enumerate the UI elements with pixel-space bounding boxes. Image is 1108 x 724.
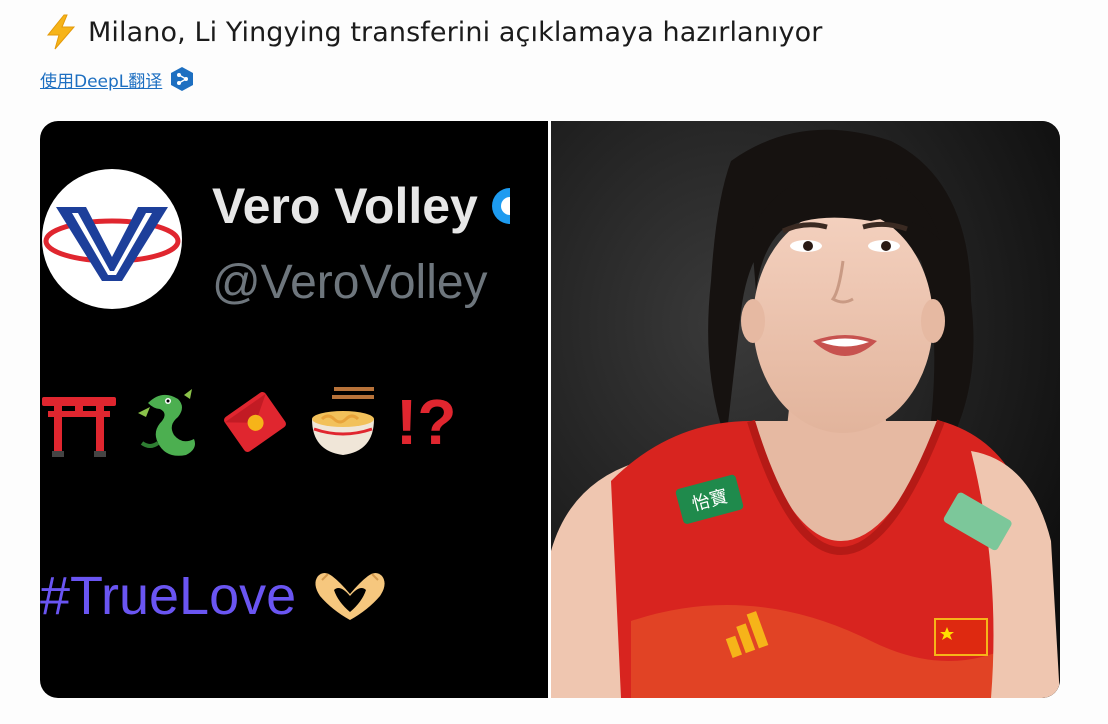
vero-volley-logo bbox=[42, 169, 182, 309]
display-name: Vero Volley bbox=[212, 178, 478, 234]
media-image-left[interactable]: Vero Volley @VeroVolley !? #TrueLove bbox=[40, 121, 548, 698]
emoji-row: !? bbox=[40, 383, 456, 461]
shinto-shrine-icon bbox=[42, 397, 116, 457]
volleyball-player-photo: 怡寶 bbox=[551, 121, 1060, 698]
tweet-media[interactable]: Vero Volley @VeroVolley !? #TrueLove 怡寶 bbox=[40, 121, 1060, 698]
tweet-text: Milano, Li Yingying transferini açıklama… bbox=[88, 16, 823, 48]
hashtag-row: #TrueLove bbox=[40, 565, 390, 627]
profile-handle: @VeroVolley bbox=[212, 256, 488, 309]
translate-row: 使用DeepL翻译 bbox=[40, 66, 194, 92]
verified-badge-icon bbox=[491, 188, 510, 224]
red-envelope-icon bbox=[224, 392, 286, 452]
dragon-icon bbox=[138, 389, 195, 456]
tweet-text-row: Milano, Li Yingying transferini açıklama… bbox=[44, 14, 822, 50]
vero-volley-logo-icon bbox=[43, 207, 181, 281]
profile-name-row: Vero Volley bbox=[212, 177, 510, 235]
deepl-icon[interactable] bbox=[170, 66, 194, 92]
heart-hands-icon bbox=[315, 573, 385, 620]
media-image-right[interactable]: 怡寶 bbox=[551, 121, 1060, 698]
hashtag-link[interactable]: #TrueLove bbox=[40, 565, 296, 627]
high-voltage-icon bbox=[46, 14, 76, 50]
steaming-bowl-icon bbox=[312, 387, 374, 455]
punctuation-emoji: !? bbox=[396, 386, 457, 458]
translate-link[interactable]: 使用DeepL翻译 bbox=[40, 67, 162, 92]
